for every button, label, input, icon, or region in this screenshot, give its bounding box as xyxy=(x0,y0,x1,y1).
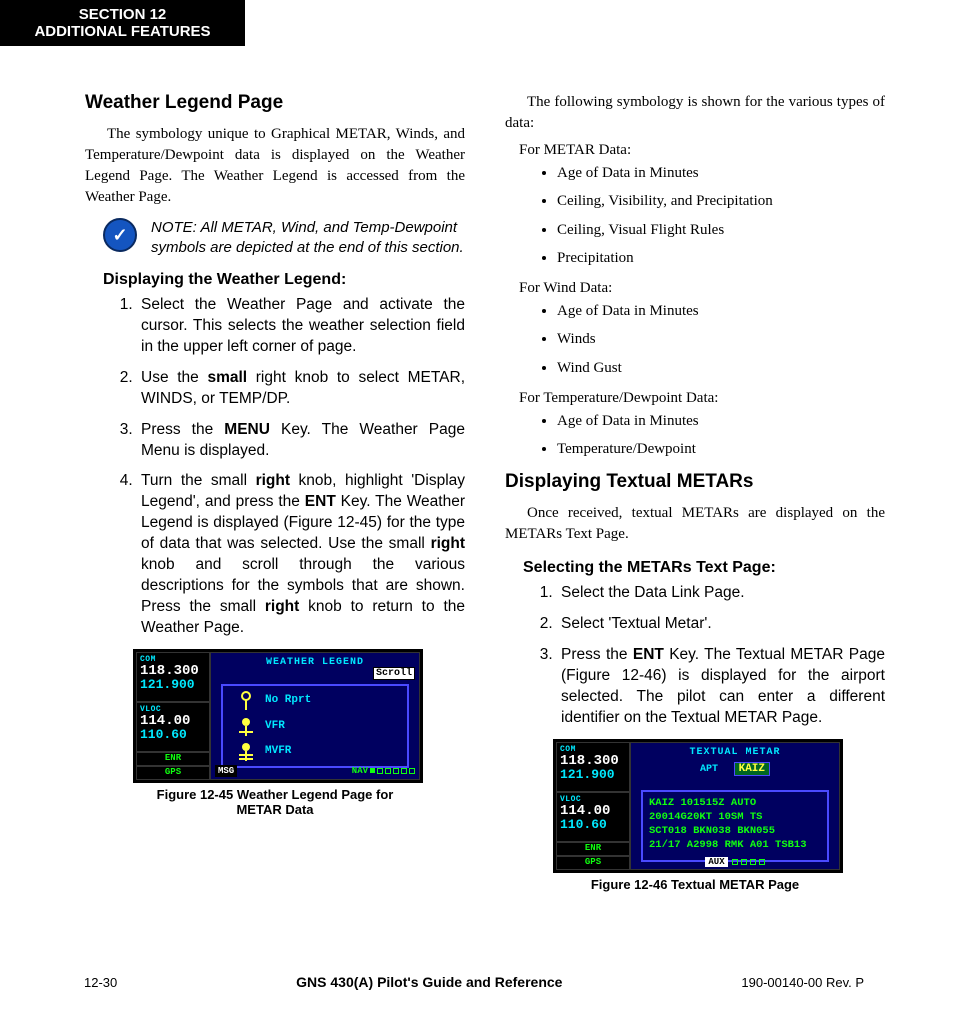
section-line2: ADDITIONAL FEATURES xyxy=(34,23,210,40)
com-active-freq-2: 118.300 xyxy=(560,754,626,768)
apt-label: APT xyxy=(700,764,718,775)
list-item: Temperature/Dewpoint xyxy=(557,439,885,459)
list-item: Age of Data in Minutes xyxy=(557,411,885,431)
list-item: Wind Gust xyxy=(557,358,885,378)
checkmark-icon: ✓ xyxy=(103,218,137,252)
vfr-icon xyxy=(227,716,265,736)
step-4: Turn the small right knob, highlight 'Di… xyxy=(137,471,465,638)
list-item: Age of Data in Minutes xyxy=(557,163,885,183)
screen-main-panel: WEATHER LEGEND Scroll No Rprt VFR xyxy=(210,652,420,780)
steps-right: Select the Data Link Page. Select 'Textu… xyxy=(523,583,885,729)
screen-title-2: TEXTUAL METAR xyxy=(635,747,835,758)
para-intro2-right: Once received, textual METARs are displa… xyxy=(505,503,885,545)
metar-text-box: KAIZ 101515Z AUTO 20014G20KT 10SM TS SCT… xyxy=(641,790,829,862)
vloc-active-freq: 114.00 xyxy=(140,714,206,728)
com-standby-freq-2: 121.900 xyxy=(560,768,626,781)
enr-tab: ENR xyxy=(136,752,210,766)
figure-12-45-caption: Figure 12-45 Weather Legend Page for MET… xyxy=(133,787,417,817)
heading-weather-legend: Weather Legend Page xyxy=(85,92,465,114)
screen-left-panel: COM 118.300 121.900 VLOC 114.00 110.60 E… xyxy=(136,652,210,780)
step-2: Use the small right knob to select METAR… xyxy=(137,368,465,410)
section-tab: SECTION 12 ADDITIONAL FEATURES xyxy=(0,0,245,46)
screen-main-panel-2: TEXTUAL METAR APT KAIZ KAIZ 101515Z AUTO… xyxy=(630,742,840,870)
left-column: Weather Legend Page The symbology unique… xyxy=(85,92,465,892)
figure-12-46-screen: COM 118.300 121.900 VLOC 114.00 110.60 E… xyxy=(553,739,843,873)
subheading-select-metars: Selecting the METARs Text Page: xyxy=(523,559,885,577)
symbology-group-wind: For Wind Data: Age of Data in Minutes Wi… xyxy=(505,280,885,378)
scroll-badge: Scroll xyxy=(373,667,415,680)
page-number: 12-30 xyxy=(84,975,117,990)
lead-wind: For Wind Data: xyxy=(519,280,885,297)
para-intro-right: The following symbology is shown for the… xyxy=(505,92,885,134)
symbology-group-temp: For Temperature/Dewpoint Data: Age of Da… xyxy=(505,390,885,460)
figure-12-46-caption: Figure 12-46 Textual METAR Page xyxy=(553,877,837,892)
legend-row-2: MVFR xyxy=(265,745,403,757)
legend-box: No Rprt VFR MVFR xyxy=(221,684,409,768)
vloc-standby-freq-2: 110.60 xyxy=(560,818,626,831)
footer-rev: 190-00140-00 Rev. P xyxy=(741,975,864,990)
aux-badge: AUX xyxy=(705,857,727,867)
enr-tab-2: ENR xyxy=(556,842,630,856)
list-item: Ceiling, Visibility, and Precipitation xyxy=(557,191,885,211)
gps-tab: GPS xyxy=(136,766,210,780)
page-footer: 12-30 GNS 430(A) Pilot's Guide and Refer… xyxy=(0,974,954,990)
com-active-freq: 118.300 xyxy=(140,664,206,678)
step-r1: Select the Data Link Page. xyxy=(557,583,885,604)
content-columns: Weather Legend Page The symbology unique… xyxy=(85,92,885,892)
apt-id-box: KAIZ xyxy=(734,762,770,776)
para-intro-left: The symbology unique to Graphical METAR,… xyxy=(85,124,465,208)
subheading-display-legend: Displaying the Weather Legend: xyxy=(103,271,465,289)
steps-left: Select the Weather Page and activate the… xyxy=(103,295,465,639)
note-block: ✓ NOTE: All METAR, Wind, and Temp-Dewpoi… xyxy=(103,218,465,257)
right-column: The following symbology is shown for the… xyxy=(505,92,885,892)
list-item: Winds xyxy=(557,329,885,349)
metar-line: 20014G20KT 10SM TS xyxy=(649,810,821,824)
metar-line: SCT018 BKN038 BKN055 xyxy=(649,824,821,838)
mvfr-icon xyxy=(227,741,265,761)
legend-row-0: No Rprt xyxy=(265,694,403,706)
no-report-icon xyxy=(227,690,265,710)
step-1: Select the Weather Page and activate the… xyxy=(137,295,465,358)
vloc-standby-freq: 110.60 xyxy=(140,728,206,741)
step-r3: Press the ENT Key. The Textual METAR Pag… xyxy=(557,645,885,729)
heading-textual-metars: Displaying Textual METARs xyxy=(505,471,885,493)
step-3: Press the MENU Key. The Weather Page Men… xyxy=(137,420,465,462)
nav-page-indicator: NAV xyxy=(352,766,415,776)
legend-row-1: VFR xyxy=(265,720,403,732)
section-line1: SECTION 12 xyxy=(79,6,167,23)
list-item: Precipitation xyxy=(557,248,885,268)
footer-title: GNS 430(A) Pilot's Guide and Reference xyxy=(117,974,741,990)
step-r2: Select 'Textual Metar'. xyxy=(557,614,885,635)
msg-indicator: MSG xyxy=(215,765,237,777)
aux-page-indicator xyxy=(732,859,765,865)
lead-temp: For Temperature/Dewpoint Data: xyxy=(519,390,885,407)
lead-metar: For METAR Data: xyxy=(519,142,885,159)
com-standby-freq: 121.900 xyxy=(140,678,206,691)
gps-tab-2: GPS xyxy=(556,856,630,870)
screen-left-panel-2: COM 118.300 121.900 VLOC 114.00 110.60 E… xyxy=(556,742,630,870)
list-item: Age of Data in Minutes xyxy=(557,301,885,321)
list-item: Ceiling, Visual Flight Rules xyxy=(557,220,885,240)
symbology-group-metar: For METAR Data: Age of Data in Minutes C… xyxy=(505,142,885,268)
note-text: NOTE: All METAR, Wind, and Temp-Dewpoint… xyxy=(151,218,465,257)
figure-12-45-screen: COM 118.300 121.900 VLOC 114.00 110.60 E… xyxy=(133,649,423,783)
metar-line: 21/17 A2998 RMK A01 TSB13 xyxy=(649,838,821,852)
metar-line: KAIZ 101515Z AUTO xyxy=(649,796,821,810)
vloc-active-freq-2: 114.00 xyxy=(560,804,626,818)
